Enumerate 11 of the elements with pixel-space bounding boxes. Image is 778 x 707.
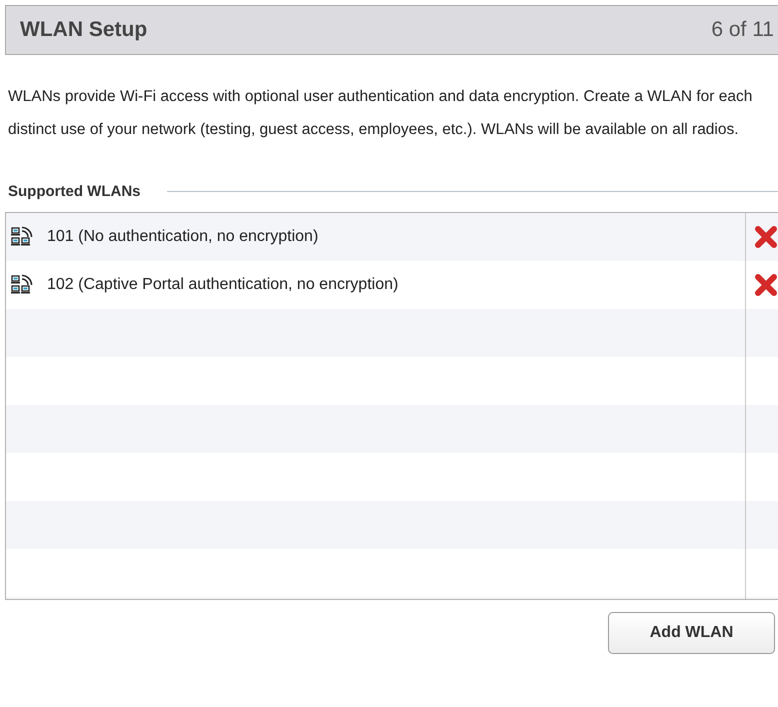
network-icon xyxy=(11,274,33,296)
description-text: WLANs provide Wi-Fi access with optional user authentication and data encryption. Create a WLAN for each distinct use of your network (testing, guest access, employees, etc.). WLANs will be available on all radios. xyxy=(8,87,754,140)
step-counter: 6 of 11 xyxy=(711,18,774,42)
delete-icon[interactable] xyxy=(754,274,778,296)
add-wlan-button[interactable]: Add WLAN xyxy=(608,612,775,654)
wlan-label[interactable]: 101 (No authentication, no encryption) xyxy=(47,228,754,246)
network-icon xyxy=(11,226,33,248)
delete-icon[interactable] xyxy=(754,226,778,248)
wlan-label[interactable]: 102 (Captive Portal authentication, no encryption) xyxy=(47,276,754,294)
section-title: Supported WLANs xyxy=(8,182,140,200)
page-title: WLAN Setup xyxy=(20,18,148,42)
